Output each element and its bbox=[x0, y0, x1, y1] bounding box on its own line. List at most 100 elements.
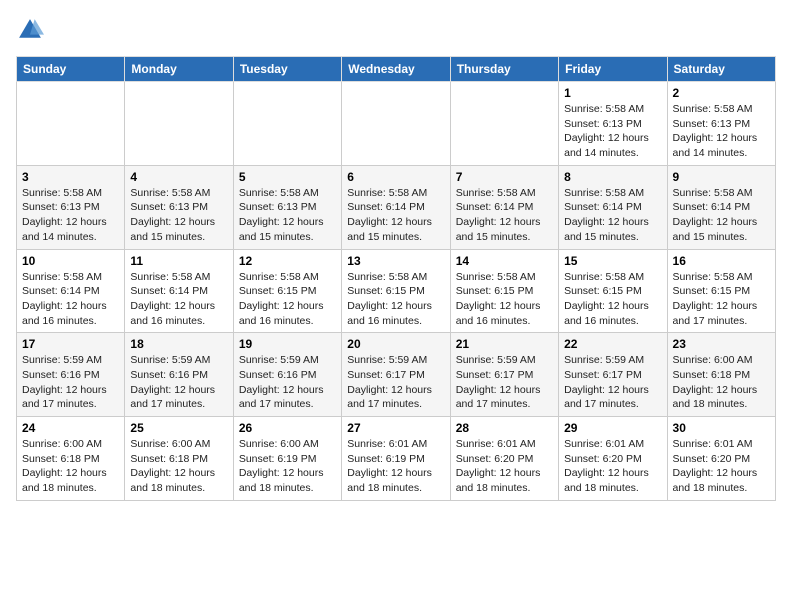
calendar-cell: 17 Sunrise: 5:59 AM Sunset: 6:16 PM Dayli… bbox=[17, 333, 125, 417]
calendar-cell: 12 Sunrise: 5:58 AM Sunset: 6:15 PM Dayli… bbox=[233, 249, 341, 333]
calendar-cell: 7 Sunrise: 5:58 AM Sunset: 6:14 PM Daylig… bbox=[450, 165, 558, 249]
day-number: 15 bbox=[564, 254, 661, 268]
calendar-table: SundayMondayTuesdayWednesdayThursdayFrid… bbox=[16, 56, 776, 501]
calendar-cell: 19Sunrise: 5:59 AM Sunset: 6:16 PM Dayli… bbox=[233, 333, 341, 417]
calendar-cell: 26 Sunrise: 6:00 AM Sunset: 6:19 PM Dayli… bbox=[233, 417, 341, 501]
day-info: Sunrise: 5:58 AM Sunset: 6:13 PM Dayligh… bbox=[673, 102, 770, 161]
day-info: Sunrise: 5:59 AM Sunset: 6:16 PM Dayligh… bbox=[239, 353, 336, 412]
day-number: 6 bbox=[347, 170, 444, 184]
day-number: 3 bbox=[22, 170, 119, 184]
calendar-cell: 13 Sunrise: 5:58 AM Sunset: 6:15 PM Dayli… bbox=[342, 249, 450, 333]
day-info: Sunrise: 5:58 AM Sunset: 6:14 PM Dayligh… bbox=[456, 186, 553, 245]
day-number: 5 bbox=[239, 170, 336, 184]
calendar-cell: 14 Sunrise: 5:58 AM Sunset: 6:15 PM Dayli… bbox=[450, 249, 558, 333]
weekday-header: Friday bbox=[559, 57, 667, 82]
day-info: Sunrise: 5:59 AM Sunset: 6:17 PM Dayligh… bbox=[347, 353, 444, 412]
day-info: Sunrise: 5:58 AM Sunset: 6:15 PM Dayligh… bbox=[564, 270, 661, 329]
day-info: Sunrise: 5:58 AM Sunset: 6:13 PM Dayligh… bbox=[130, 186, 227, 245]
day-number: 1 bbox=[564, 86, 661, 100]
day-info: Sunrise: 6:01 AM Sunset: 6:20 PM Dayligh… bbox=[456, 437, 553, 496]
calendar-cell: 21Sunrise: 5:59 AM Sunset: 6:17 PM Dayli… bbox=[450, 333, 558, 417]
calendar-cell: 8Sunrise: 5:58 AM Sunset: 6:14 PM Daylig… bbox=[559, 165, 667, 249]
calendar-cell: 29 Sunrise: 6:01 AM Sunset: 6:20 PM Dayli… bbox=[559, 417, 667, 501]
day-number: 27 bbox=[347, 421, 444, 435]
day-number: 21 bbox=[456, 337, 553, 351]
calendar-cell: 16Sunrise: 5:58 AM Sunset: 6:15 PM Dayli… bbox=[667, 249, 775, 333]
calendar-week-row: 3 Sunrise: 5:58 AM Sunset: 6:13 PM Daylig… bbox=[17, 165, 776, 249]
day-number: 7 bbox=[456, 170, 553, 184]
day-info: Sunrise: 5:58 AM Sunset: 6:14 PM Dayligh… bbox=[673, 186, 770, 245]
calendar-week-row: 10 Sunrise: 5:58 AM Sunset: 6:14 PM Dayli… bbox=[17, 249, 776, 333]
calendar-cell: 11 Sunrise: 5:58 AM Sunset: 6:14 PM Dayli… bbox=[125, 249, 233, 333]
day-info: Sunrise: 5:58 AM Sunset: 6:13 PM Dayligh… bbox=[239, 186, 336, 245]
calendar-cell: 22 Sunrise: 5:59 AM Sunset: 6:17 PM Dayli… bbox=[559, 333, 667, 417]
calendar-cell: 15 Sunrise: 5:58 AM Sunset: 6:15 PM Dayli… bbox=[559, 249, 667, 333]
day-info: Sunrise: 6:00 AM Sunset: 6:18 PM Dayligh… bbox=[22, 437, 119, 496]
calendar-cell bbox=[125, 82, 233, 166]
logo bbox=[16, 16, 48, 44]
day-info: Sunrise: 6:01 AM Sunset: 6:20 PM Dayligh… bbox=[673, 437, 770, 496]
weekday-header: Saturday bbox=[667, 57, 775, 82]
weekday-header: Thursday bbox=[450, 57, 558, 82]
day-number: 8 bbox=[564, 170, 661, 184]
calendar-cell: 5 Sunrise: 5:58 AM Sunset: 6:13 PM Daylig… bbox=[233, 165, 341, 249]
day-number: 10 bbox=[22, 254, 119, 268]
calendar-cell: 28 Sunrise: 6:01 AM Sunset: 6:20 PM Dayli… bbox=[450, 417, 558, 501]
day-info: Sunrise: 5:58 AM Sunset: 6:14 PM Dayligh… bbox=[130, 270, 227, 329]
calendar-cell: 9 Sunrise: 5:58 AM Sunset: 6:14 PM Daylig… bbox=[667, 165, 775, 249]
day-number: 30 bbox=[673, 421, 770, 435]
day-number: 17 bbox=[22, 337, 119, 351]
day-number: 12 bbox=[239, 254, 336, 268]
day-number: 25 bbox=[130, 421, 227, 435]
day-number: 26 bbox=[239, 421, 336, 435]
calendar-cell bbox=[233, 82, 341, 166]
day-info: Sunrise: 6:01 AM Sunset: 6:20 PM Dayligh… bbox=[564, 437, 661, 496]
weekday-header: Tuesday bbox=[233, 57, 341, 82]
day-number: 24 bbox=[22, 421, 119, 435]
calendar-week-row: 1 Sunrise: 5:58 AM Sunset: 6:13 PM Daylig… bbox=[17, 82, 776, 166]
day-number: 11 bbox=[130, 254, 227, 268]
day-info: Sunrise: 6:00 AM Sunset: 6:18 PM Dayligh… bbox=[673, 353, 770, 412]
day-number: 13 bbox=[347, 254, 444, 268]
calendar-header-row: SundayMondayTuesdayWednesdayThursdayFrid… bbox=[17, 57, 776, 82]
day-number: 14 bbox=[456, 254, 553, 268]
calendar-cell: 24 Sunrise: 6:00 AM Sunset: 6:18 PM Dayli… bbox=[17, 417, 125, 501]
day-number: 28 bbox=[456, 421, 553, 435]
day-info: Sunrise: 6:01 AM Sunset: 6:19 PM Dayligh… bbox=[347, 437, 444, 496]
day-number: 22 bbox=[564, 337, 661, 351]
calendar-cell: 18 Sunrise: 5:59 AM Sunset: 6:16 PM Dayli… bbox=[125, 333, 233, 417]
calendar-cell: 6 Sunrise: 5:58 AM Sunset: 6:14 PM Daylig… bbox=[342, 165, 450, 249]
day-number: 20 bbox=[347, 337, 444, 351]
calendar-week-row: 24 Sunrise: 6:00 AM Sunset: 6:18 PM Dayli… bbox=[17, 417, 776, 501]
calendar-cell bbox=[450, 82, 558, 166]
day-info: Sunrise: 5:58 AM Sunset: 6:13 PM Dayligh… bbox=[22, 186, 119, 245]
calendar-cell: 4 Sunrise: 5:58 AM Sunset: 6:13 PM Daylig… bbox=[125, 165, 233, 249]
calendar-week-row: 17 Sunrise: 5:59 AM Sunset: 6:16 PM Dayli… bbox=[17, 333, 776, 417]
day-info: Sunrise: 5:58 AM Sunset: 6:13 PM Dayligh… bbox=[564, 102, 661, 161]
day-info: Sunrise: 5:58 AM Sunset: 6:14 PM Dayligh… bbox=[22, 270, 119, 329]
weekday-header: Monday bbox=[125, 57, 233, 82]
calendar-cell: 1 Sunrise: 5:58 AM Sunset: 6:13 PM Daylig… bbox=[559, 82, 667, 166]
page-header bbox=[16, 16, 776, 44]
day-info: Sunrise: 6:00 AM Sunset: 6:19 PM Dayligh… bbox=[239, 437, 336, 496]
day-info: Sunrise: 5:59 AM Sunset: 6:16 PM Dayligh… bbox=[130, 353, 227, 412]
weekday-header: Wednesday bbox=[342, 57, 450, 82]
day-info: Sunrise: 5:59 AM Sunset: 6:16 PM Dayligh… bbox=[22, 353, 119, 412]
day-number: 29 bbox=[564, 421, 661, 435]
calendar-cell: 10 Sunrise: 5:58 AM Sunset: 6:14 PM Dayli… bbox=[17, 249, 125, 333]
day-info: Sunrise: 5:58 AM Sunset: 6:15 PM Dayligh… bbox=[347, 270, 444, 329]
day-info: Sunrise: 5:58 AM Sunset: 6:15 PM Dayligh… bbox=[673, 270, 770, 329]
day-info: Sunrise: 5:58 AM Sunset: 6:15 PM Dayligh… bbox=[239, 270, 336, 329]
day-number: 4 bbox=[130, 170, 227, 184]
day-info: Sunrise: 5:58 AM Sunset: 6:15 PM Dayligh… bbox=[456, 270, 553, 329]
calendar-cell: 2 Sunrise: 5:58 AM Sunset: 6:13 PM Daylig… bbox=[667, 82, 775, 166]
day-info: Sunrise: 6:00 AM Sunset: 6:18 PM Dayligh… bbox=[130, 437, 227, 496]
day-number: 2 bbox=[673, 86, 770, 100]
calendar-cell bbox=[342, 82, 450, 166]
day-number: 9 bbox=[673, 170, 770, 184]
calendar-cell: 27 Sunrise: 6:01 AM Sunset: 6:19 PM Dayli… bbox=[342, 417, 450, 501]
day-info: Sunrise: 5:59 AM Sunset: 6:17 PM Dayligh… bbox=[564, 353, 661, 412]
day-info: Sunrise: 5:58 AM Sunset: 6:14 PM Dayligh… bbox=[347, 186, 444, 245]
calendar-cell: 20 Sunrise: 5:59 AM Sunset: 6:17 PM Dayli… bbox=[342, 333, 450, 417]
day-number: 18 bbox=[130, 337, 227, 351]
